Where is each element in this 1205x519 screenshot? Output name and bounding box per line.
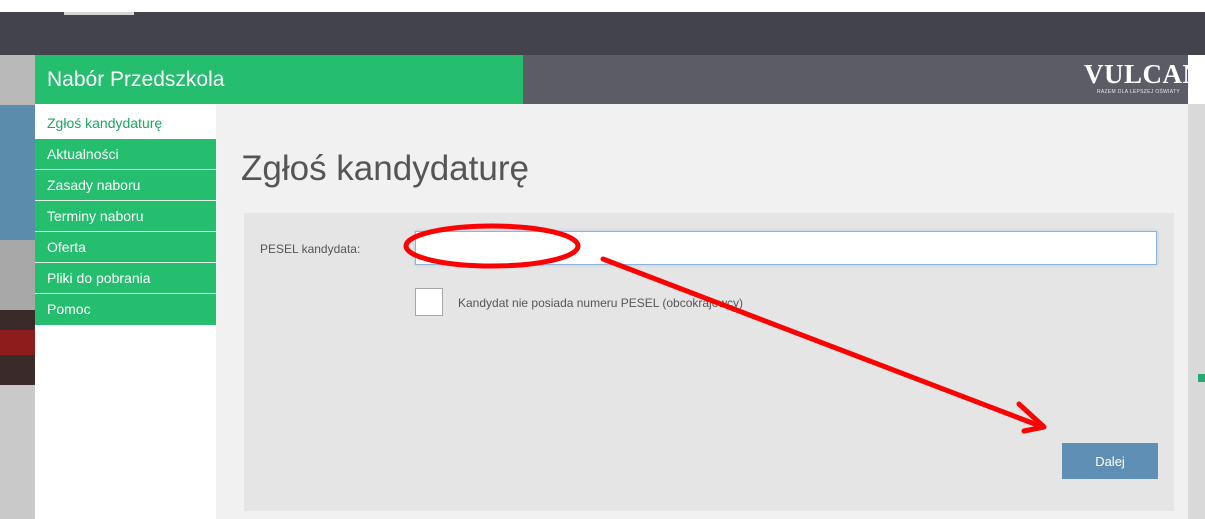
top-dark-band xyxy=(0,12,1205,55)
no-pesel-checkbox-label[interactable]: Kandydat nie posiada numeru PESEL (obcok… xyxy=(458,296,743,310)
pesel-input[interactable] xyxy=(415,231,1157,265)
header-brand-bar: VULCAN RAZEM DLA LEPSZEJ OŚWIATY xyxy=(523,55,1203,104)
background-image-right xyxy=(1188,104,1205,519)
sidebar-item-zglos-kandydature[interactable]: Zgłoś kandydaturę xyxy=(35,108,216,139)
sidebar-item-pliki-do-pobrania[interactable]: Pliki do pobrania xyxy=(35,263,216,294)
sidebar-nav: Zgłoś kandydaturę Aktualności Zasady nab… xyxy=(35,108,216,325)
no-pesel-checkbox[interactable] xyxy=(415,288,443,316)
app-title: Nabór Przedszkola xyxy=(35,55,523,104)
sidebar-item-oferta[interactable]: Oferta xyxy=(35,232,216,263)
main-panel: Nabór Przedszkola VULCAN RAZEM DLA LEPSZ… xyxy=(35,55,1203,519)
window-top-band xyxy=(0,0,1205,12)
sidebar-item-zasady-naboru[interactable]: Zasady naboru xyxy=(35,170,216,201)
sidebar-item-pomoc[interactable]: Pomoc xyxy=(35,294,216,325)
background-image-left xyxy=(0,55,35,519)
vulcan-logo[interactable]: VULCAN RAZEM DLA LEPSZEJ OŚWIATY xyxy=(1084,59,1203,97)
sidebar-item-terminy-naboru[interactable]: Terminy naboru xyxy=(35,201,216,232)
next-button[interactable]: Dalej xyxy=(1062,443,1158,479)
sidebar-item-aktualnosci[interactable]: Aktualności xyxy=(35,139,216,170)
logo-wordmark: VULCAN xyxy=(1084,59,1203,89)
page-title: Zgłoś kandydaturę xyxy=(241,149,529,188)
top-tab-indicator xyxy=(64,12,134,15)
logo-tagline: RAZEM DLA LEPSZEJ OŚWIATY xyxy=(1097,89,1180,95)
pesel-label: PESEL kandydata: xyxy=(260,242,361,256)
candidate-form: PESEL kandydata: Kandydat nie posiada nu… xyxy=(244,213,1174,511)
